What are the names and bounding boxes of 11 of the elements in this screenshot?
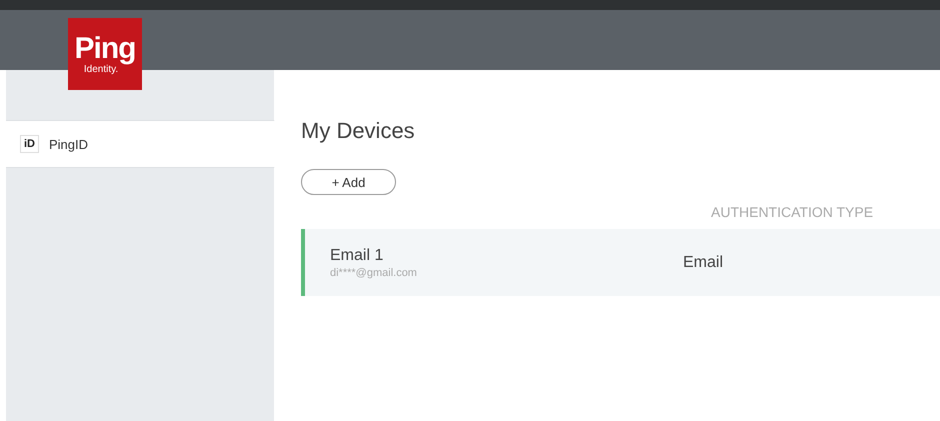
device-detail: di****@gmail.com <box>330 266 418 278</box>
logo-subtitle: Identity. <box>84 64 118 74</box>
add-button[interactable]: + Add <box>301 169 396 195</box>
column-header: AUTHENTICATION TYPE <box>711 204 874 220</box>
app-icon: iD <box>20 135 39 153</box>
logo-wordmark: Ping <box>74 34 136 64</box>
authentication-type: Email <box>683 254 724 272</box>
sidebar-item-label: PingID <box>49 136 88 152</box>
device-name: Email 1 <box>330 246 384 264</box>
device-row[interactable]: Email 1 di****@gmail.com Email <box>301 229 940 296</box>
page-title: My Devices <box>301 118 416 144</box>
